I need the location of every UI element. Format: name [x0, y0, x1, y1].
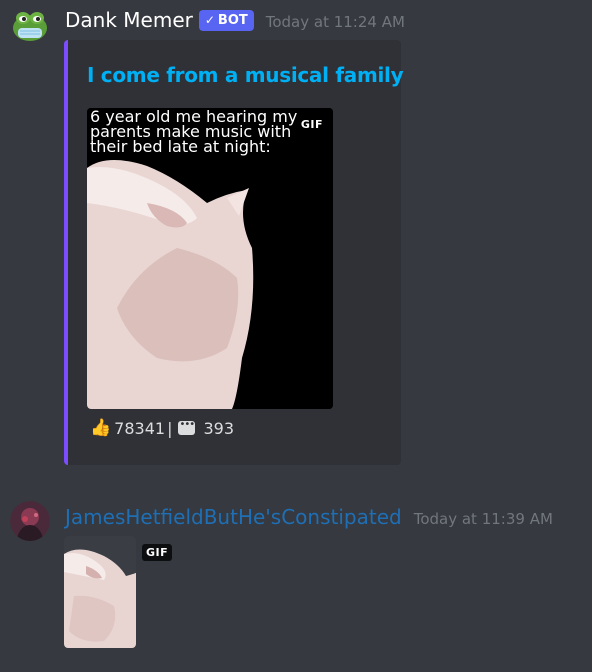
likes-count: 78341 — [114, 418, 166, 438]
timestamp[interactable]: Today at 11:39 AM — [414, 510, 553, 528]
embed-title[interactable]: I come from a musical family — [87, 63, 404, 87]
message-header: Dank Memer ✓ BOT Today at 11:24 AM — [65, 8, 405, 34]
username[interactable]: Dank Memer — [65, 8, 193, 32]
pepe-avatar-icon[interactable] — [10, 4, 50, 44]
gif-badge: GIF — [296, 116, 327, 133]
gif-badge-overlay: GIF — [142, 544, 173, 561]
user-avatar-icon[interactable] — [10, 501, 50, 541]
footer-separator: | — [167, 418, 173, 438]
message-header: JamesHetfieldButHe'sConstipated Today at… — [65, 505, 553, 529]
checkmark-icon: ✓ — [204, 13, 215, 27]
username[interactable]: JamesHetfieldButHe'sConstipated — [65, 505, 402, 529]
comment-bubble-icon — [178, 419, 196, 435]
gif-attachment[interactable]: GIF — [64, 536, 136, 648]
image-caption: 6 year old me hearing my parents make mu… — [90, 108, 298, 156]
embed-gif-image[interactable]: 6 year old me hearing my parents make mu… — [87, 108, 333, 409]
bot-tag-label: BOT — [217, 12, 248, 28]
thumbs-up-icon: 👍 — [90, 418, 112, 438]
bot-tag: ✓ BOT — [198, 9, 254, 31]
embed: I come from a musical family 6 year old … — [64, 40, 404, 465]
cat-gif-thumbnail — [64, 536, 136, 648]
message-dank-memer: Dank Memer ✓ BOT Today at 11:24 AM I com… — [0, 0, 592, 470]
timestamp[interactable]: Today at 11:24 AM — [266, 13, 405, 31]
comments-count: 393 — [203, 418, 235, 438]
embed-footer: 👍 78341 | 393 — [90, 418, 234, 438]
